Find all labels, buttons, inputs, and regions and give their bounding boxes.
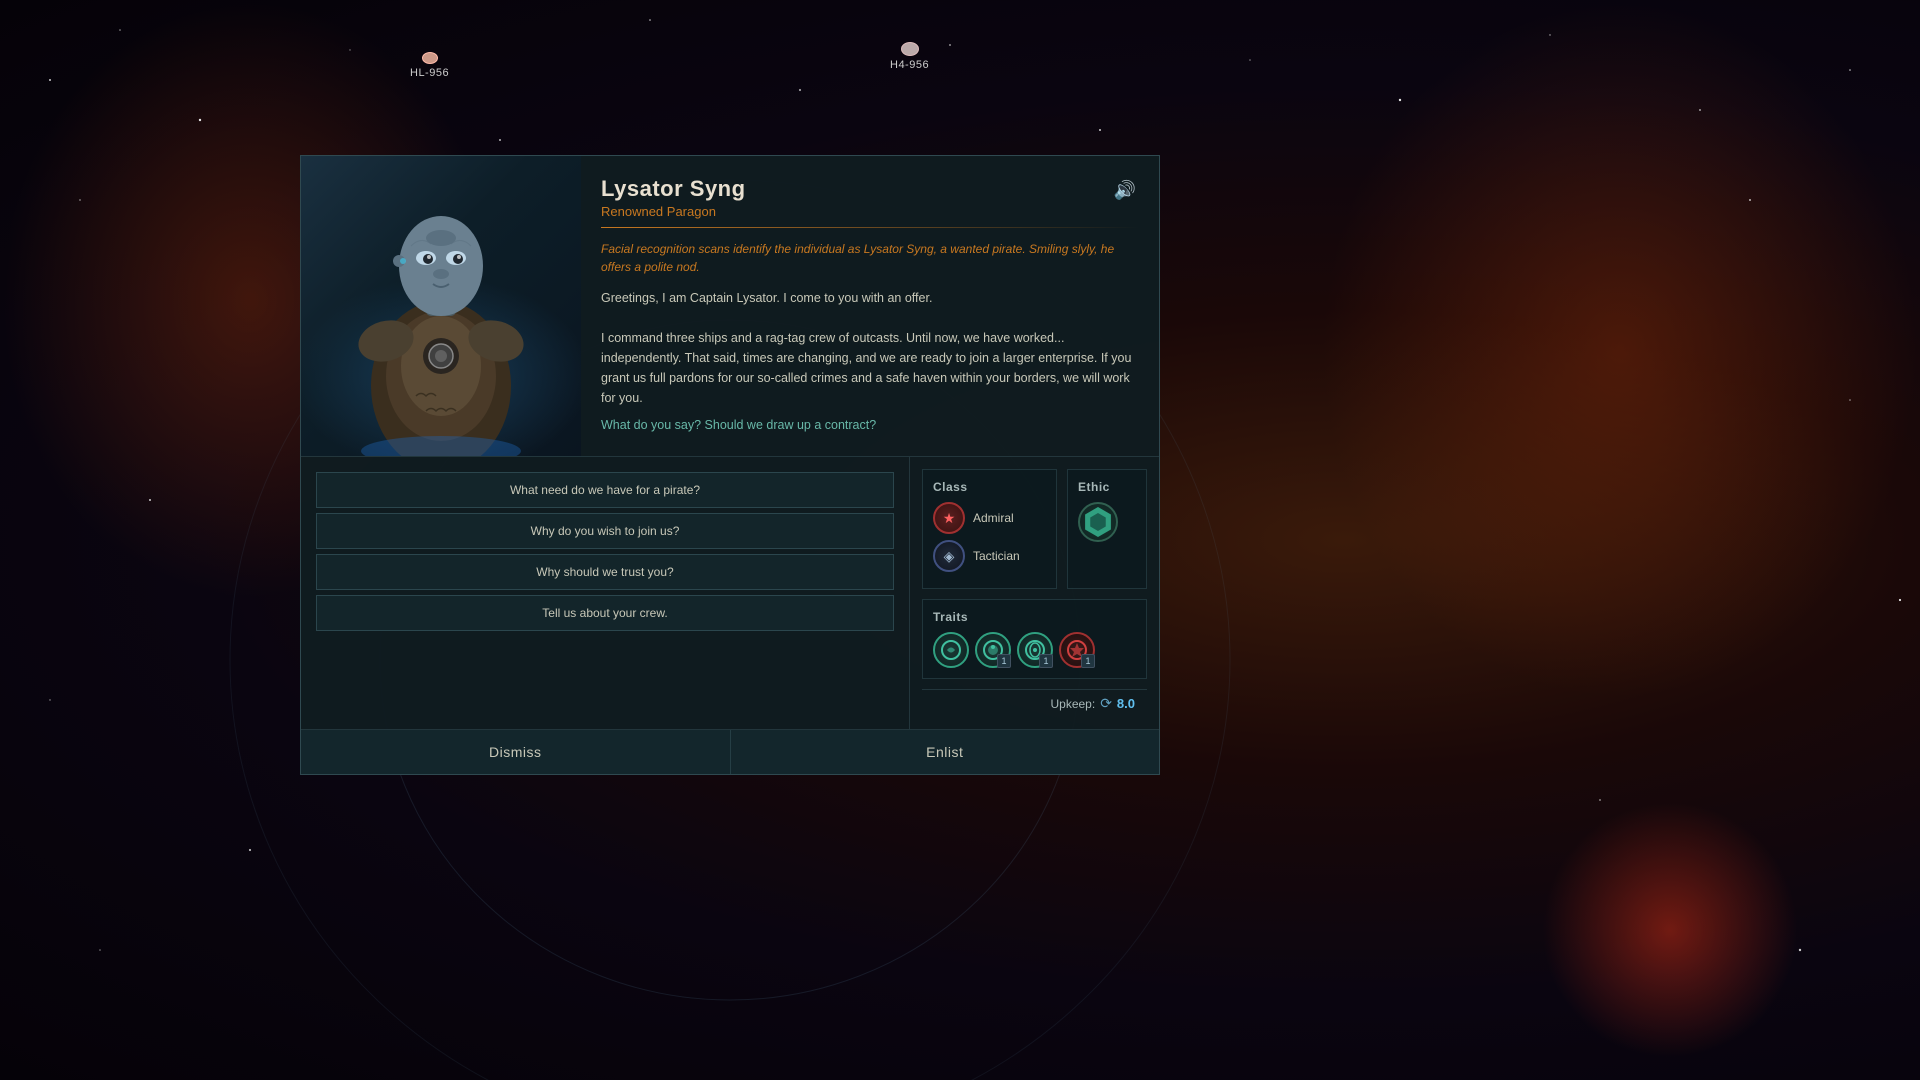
dialog-body: Greetings, I am Captain Lysator. I come … (601, 288, 1139, 408)
traits-row: 1 1 1 (933, 632, 1136, 668)
dismiss-button[interactable]: Dismiss (301, 730, 731, 774)
sound-button[interactable]: 🔊 (1111, 176, 1139, 204)
upkeep-value: 8.0 (1117, 696, 1135, 711)
dialog-top: Lysator Syng Renowned Paragon 🔊 Facial r… (301, 156, 1159, 456)
map-label-h4956: H4-956 (890, 42, 929, 71)
upkeep-row: Upkeep: ⟳ 8.0 (922, 689, 1147, 717)
choice-2[interactable]: Why do you wish to join us? (316, 513, 894, 549)
tactician-icon: ◈ (933, 540, 965, 572)
trait-4: 1 (1059, 632, 1095, 668)
traits-title: Traits (933, 610, 1136, 624)
action-buttons: Dismiss Enlist (301, 729, 1159, 774)
class-section: Class ★ Admiral ◈ Tactician (922, 469, 1057, 589)
choice-4[interactable]: Tell us about your crew. (316, 595, 894, 631)
choice-1[interactable]: What need do we have for a pirate? (316, 472, 894, 508)
trait-1 (933, 632, 969, 668)
ethic-title: Ethic (1078, 480, 1110, 494)
enlist-button[interactable]: Enlist (731, 730, 1160, 774)
ethic-section: Ethic (1067, 469, 1147, 589)
hex-inner (1089, 513, 1107, 531)
dialog-content: Lysator Syng Renowned Paragon 🔊 Facial r… (581, 156, 1159, 456)
map-label-hl956: HL-956 (410, 52, 449, 79)
divider-line (601, 227, 1139, 228)
class-admiral: ★ Admiral (933, 502, 1046, 534)
npc-subtitle: Renowned Paragon (601, 204, 746, 219)
tactician-label: Tactician (973, 549, 1020, 563)
npc-name: Lysator Syng (601, 176, 746, 202)
upkeep-label: Upkeep: (1050, 697, 1095, 711)
dialog-header: Lysator Syng Renowned Paragon 🔊 (601, 176, 1139, 219)
hex-shape (1083, 507, 1113, 537)
traits-section: Traits 1 1 1 (922, 599, 1147, 679)
flavor-text: Facial recognition scans identify the in… (601, 240, 1139, 276)
portrait-figure (301, 156, 581, 456)
class-title: Class (933, 480, 1046, 494)
ethic-icon (1078, 502, 1118, 542)
portrait-area (301, 156, 581, 456)
trait-2-badge: 1 (997, 654, 1011, 668)
npc-info: Lysator Syng Renowned Paragon (601, 176, 746, 219)
trait-3: 1 (1017, 632, 1053, 668)
admiral-icon: ★ (933, 502, 965, 534)
trait-3-badge: 1 (1039, 654, 1053, 668)
trait-4-badge: 1 (1081, 654, 1095, 668)
choices-area: What need do we have for a pirate? Why d… (301, 457, 909, 729)
info-panel: Class ★ Admiral ◈ Tactician Ethic (909, 457, 1159, 729)
dialog-panel: Lysator Syng Renowned Paragon 🔊 Facial r… (300, 155, 1160, 775)
character-portrait-svg (331, 166, 551, 456)
upkeep-icon: ⟳ (1100, 695, 1112, 712)
dialog-question: What do you say? Should we draw up a con… (601, 418, 1139, 432)
admiral-label: Admiral (973, 511, 1014, 525)
choice-3[interactable]: Why should we trust you? (316, 554, 894, 590)
dialog-bottom: What need do we have for a pirate? Why d… (301, 456, 1159, 729)
class-tactician: ◈ Tactician (933, 540, 1046, 572)
trait-2: 1 (975, 632, 1011, 668)
